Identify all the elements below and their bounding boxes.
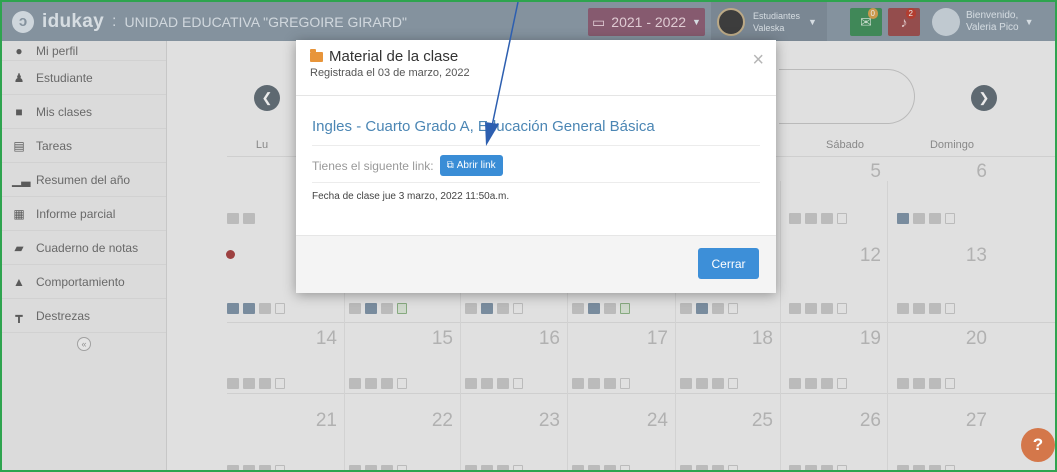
screenshot-frame: ɔ idukay : UNIDAD EDUCATIVA "GREGOIRE GI…	[0, 0, 1057, 472]
annotation-arrow	[485, 2, 519, 146]
